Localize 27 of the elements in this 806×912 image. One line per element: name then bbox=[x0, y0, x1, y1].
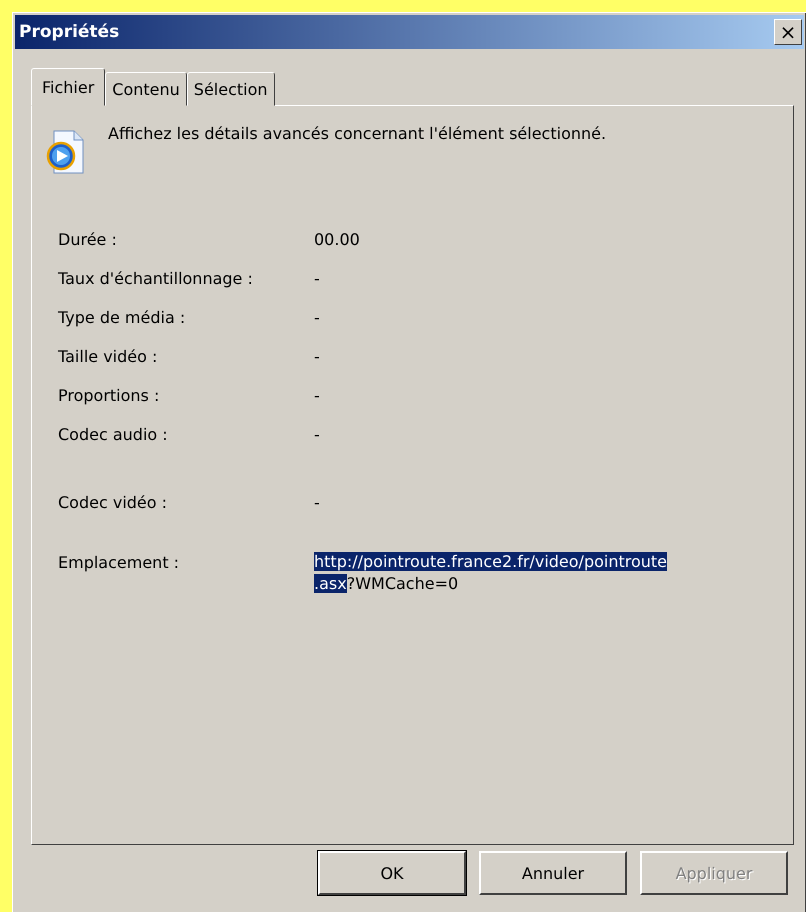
media-file-icon bbox=[46, 130, 86, 174]
tab[interactable]: Sélection bbox=[186, 72, 275, 106]
property-label: Type de média : bbox=[58, 308, 186, 329]
property-value: 00.00 bbox=[314, 230, 360, 251]
property-value: - bbox=[314, 347, 320, 368]
property-value: - bbox=[314, 269, 320, 290]
selected-url-text: .asx bbox=[314, 574, 347, 593]
property-value: - bbox=[314, 425, 320, 446]
dialog-button[interactable]: OK bbox=[318, 851, 466, 895]
property-value: - bbox=[314, 386, 320, 407]
property-label: Taux d'échantillonnage : bbox=[58, 269, 254, 290]
property-value: - bbox=[314, 308, 320, 329]
property-label: Codec vidéo : bbox=[58, 493, 168, 514]
property-label: Durée : bbox=[58, 230, 118, 251]
tab[interactable]: Fichier bbox=[31, 68, 106, 106]
close-button[interactable]: × bbox=[774, 19, 802, 45]
window-title: Propriétés bbox=[19, 22, 120, 42]
dialog-button[interactable]: Annuler bbox=[479, 851, 627, 895]
property-label: Codec audio : bbox=[58, 425, 169, 446]
property-label: Emplacement : bbox=[58, 553, 180, 574]
property-label: Proportions : bbox=[58, 386, 160, 407]
selected-url-text: http://pointroute.france2.fr/video/pointroute bbox=[314, 552, 668, 571]
property-label: Taille vidéo : bbox=[58, 347, 158, 368]
url-text: ?WMCache=0 bbox=[346, 574, 458, 593]
property-value: - bbox=[314, 493, 320, 514]
tab[interactable]: Contenu bbox=[105, 72, 187, 106]
description-text: Affichez les détails avancés concernant l'élément sélectionné. bbox=[108, 124, 606, 143]
